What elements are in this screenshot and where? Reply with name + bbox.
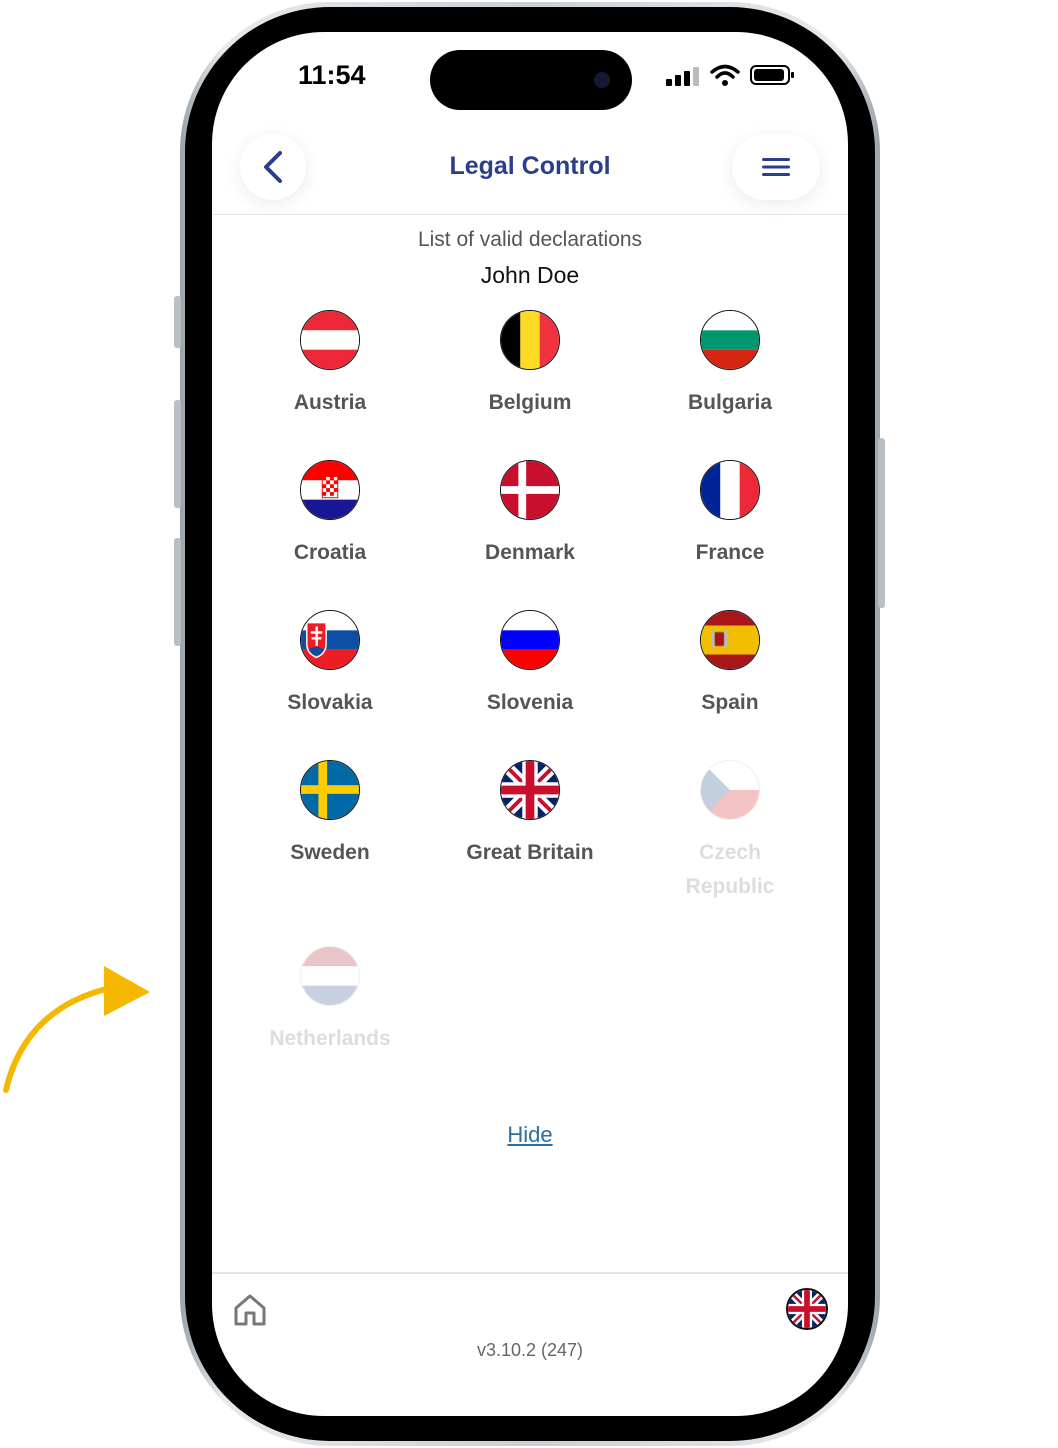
- country-denmark[interactable]: Denmark: [430, 460, 630, 570]
- user-name: John Doe: [480, 262, 580, 288]
- page-subtitle: List of valid declarations: [417, 228, 643, 251]
- cellular-signal-icon: [666, 67, 699, 86]
- country-belgium[interactable]: Belgium: [430, 310, 630, 420]
- country-slovenia[interactable]: Slovenia: [430, 610, 630, 720]
- spain-flag-icon: [700, 610, 760, 670]
- sweden-flag-icon: [300, 760, 360, 820]
- bulgaria-flag-icon: [700, 310, 760, 370]
- annotation-arrow-icon: [3, 966, 150, 1093]
- app-footer: v3.10.2 (247): [212, 1272, 848, 1416]
- country-label: Croatia: [293, 541, 367, 564]
- country-label: Austria: [293, 391, 367, 414]
- country-spain[interactable]: Spain: [630, 610, 830, 720]
- austria-flag-icon: [300, 310, 360, 370]
- country-label: France: [695, 541, 765, 564]
- country-label: Slovakia: [287, 691, 373, 714]
- app-screen: 11:54 Legal Control List of valid declar…: [212, 32, 848, 1416]
- status-icons: [666, 64, 796, 86]
- netherlands-flag-icon: [300, 946, 360, 1006]
- app-version: v3.10.2 (247): [476, 1340, 584, 1360]
- country-croatia[interactable]: Croatia: [230, 460, 430, 570]
- language-selector-great-britain-flag-icon[interactable]: [786, 1288, 828, 1330]
- denmark-flag-icon: [500, 460, 560, 520]
- slovenia-flag-icon: [500, 610, 560, 670]
- country-label: Denmark: [485, 541, 575, 564]
- dynamic-island: [430, 50, 632, 110]
- power-button: [878, 438, 885, 608]
- country-france[interactable]: France: [630, 460, 830, 570]
- country-label: Czech Republic: [685, 841, 775, 898]
- country-austria[interactable]: Austria: [230, 310, 430, 420]
- status-time: 11:54: [298, 60, 366, 90]
- hide-link[interactable]: Hide: [212, 1122, 848, 1148]
- country-label: Belgium: [488, 391, 572, 414]
- wifi-icon: [710, 64, 740, 86]
- country-great-britain[interactable]: Great Britain: [430, 760, 630, 870]
- country-bulgaria[interactable]: Bulgaria: [630, 310, 830, 420]
- country-sweden[interactable]: Sweden: [230, 760, 430, 870]
- country-netherlands[interactable]: Netherlands: [230, 946, 430, 1056]
- country-czech-republic[interactable]: Czech Republic: [630, 760, 830, 904]
- country-label: Slovenia: [486, 691, 574, 714]
- country-label: Sweden: [290, 841, 370, 864]
- volume-up-button: [174, 400, 181, 508]
- home-icon[interactable]: [232, 1292, 268, 1328]
- belgium-flag-icon: [500, 310, 560, 370]
- great-britain-flag-icon: [500, 760, 560, 820]
- country-slovakia[interactable]: Slovakia: [230, 610, 430, 720]
- mute-switch: [174, 296, 181, 348]
- app-header: Legal Control: [212, 132, 848, 215]
- slovakia-flag-icon: [300, 610, 360, 670]
- country-label: Netherlands: [269, 1027, 391, 1050]
- country-label: Bulgaria: [687, 391, 773, 414]
- battery-icon: [750, 65, 794, 85]
- france-flag-icon: [700, 460, 760, 520]
- croatia-flag-icon: [300, 460, 360, 520]
- country-label: Spain: [701, 691, 759, 714]
- czech-republic-flag-icon: [700, 760, 760, 820]
- hamburger-menu-icon: [762, 158, 790, 176]
- menu-button[interactable]: [732, 134, 820, 200]
- country-label: Great Britain: [466, 841, 594, 864]
- volume-down-button: [174, 538, 181, 646]
